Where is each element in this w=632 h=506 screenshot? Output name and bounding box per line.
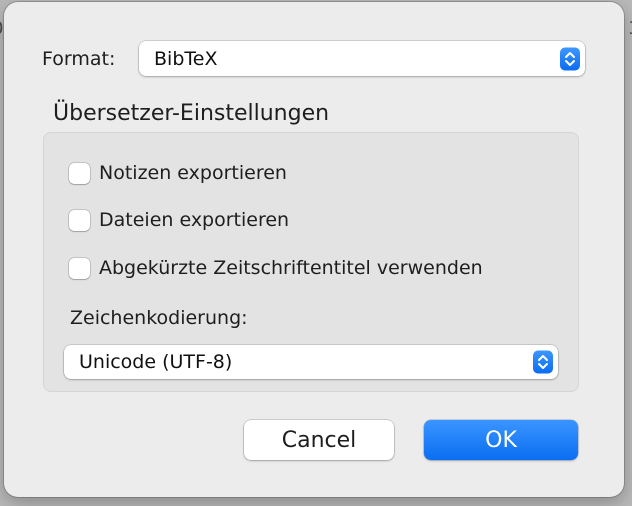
ok-button[interactable]: OK xyxy=(424,420,578,460)
format-select[interactable]: BibTeX xyxy=(139,41,585,76)
export-files-checkbox[interactable] xyxy=(69,209,90,231)
up-down-chevron-icon xyxy=(533,350,553,374)
background-edge-text-left: 0 xyxy=(0,18,3,39)
translator-settings-title: Übersetzer-Einstellungen xyxy=(53,101,330,126)
encoding-selected-value: Unicode (UTF-8) xyxy=(79,351,233,373)
format-selected-value: BibTeX xyxy=(154,47,218,70)
up-down-chevron-icon xyxy=(560,47,580,70)
export-notes-label: Notizen exportieren xyxy=(99,162,287,184)
encoding-select[interactable]: Unicode (UTF-8) xyxy=(64,345,558,379)
cancel-button[interactable]: Cancel xyxy=(244,420,394,460)
export-files-option[interactable]: Dateien exportieren xyxy=(69,207,289,233)
abbreviated-journal-titles-label: Abgekürzte Zeitschriftentitel verwenden xyxy=(99,257,483,279)
background-edge-text-right: 3 xyxy=(629,18,632,39)
export-notes-checkbox[interactable] xyxy=(69,162,90,184)
abbreviated-journal-titles-option[interactable]: Abgekürzte Zeitschriftentitel verwenden xyxy=(69,255,483,281)
format-label: Format: xyxy=(42,48,116,70)
abbreviated-journal-titles-checkbox[interactable] xyxy=(69,257,90,279)
export-notes-option[interactable]: Notizen exportieren xyxy=(69,160,287,186)
encoding-label: Zeichenkodierung: xyxy=(70,307,248,329)
export-files-label: Dateien exportieren xyxy=(99,209,290,231)
